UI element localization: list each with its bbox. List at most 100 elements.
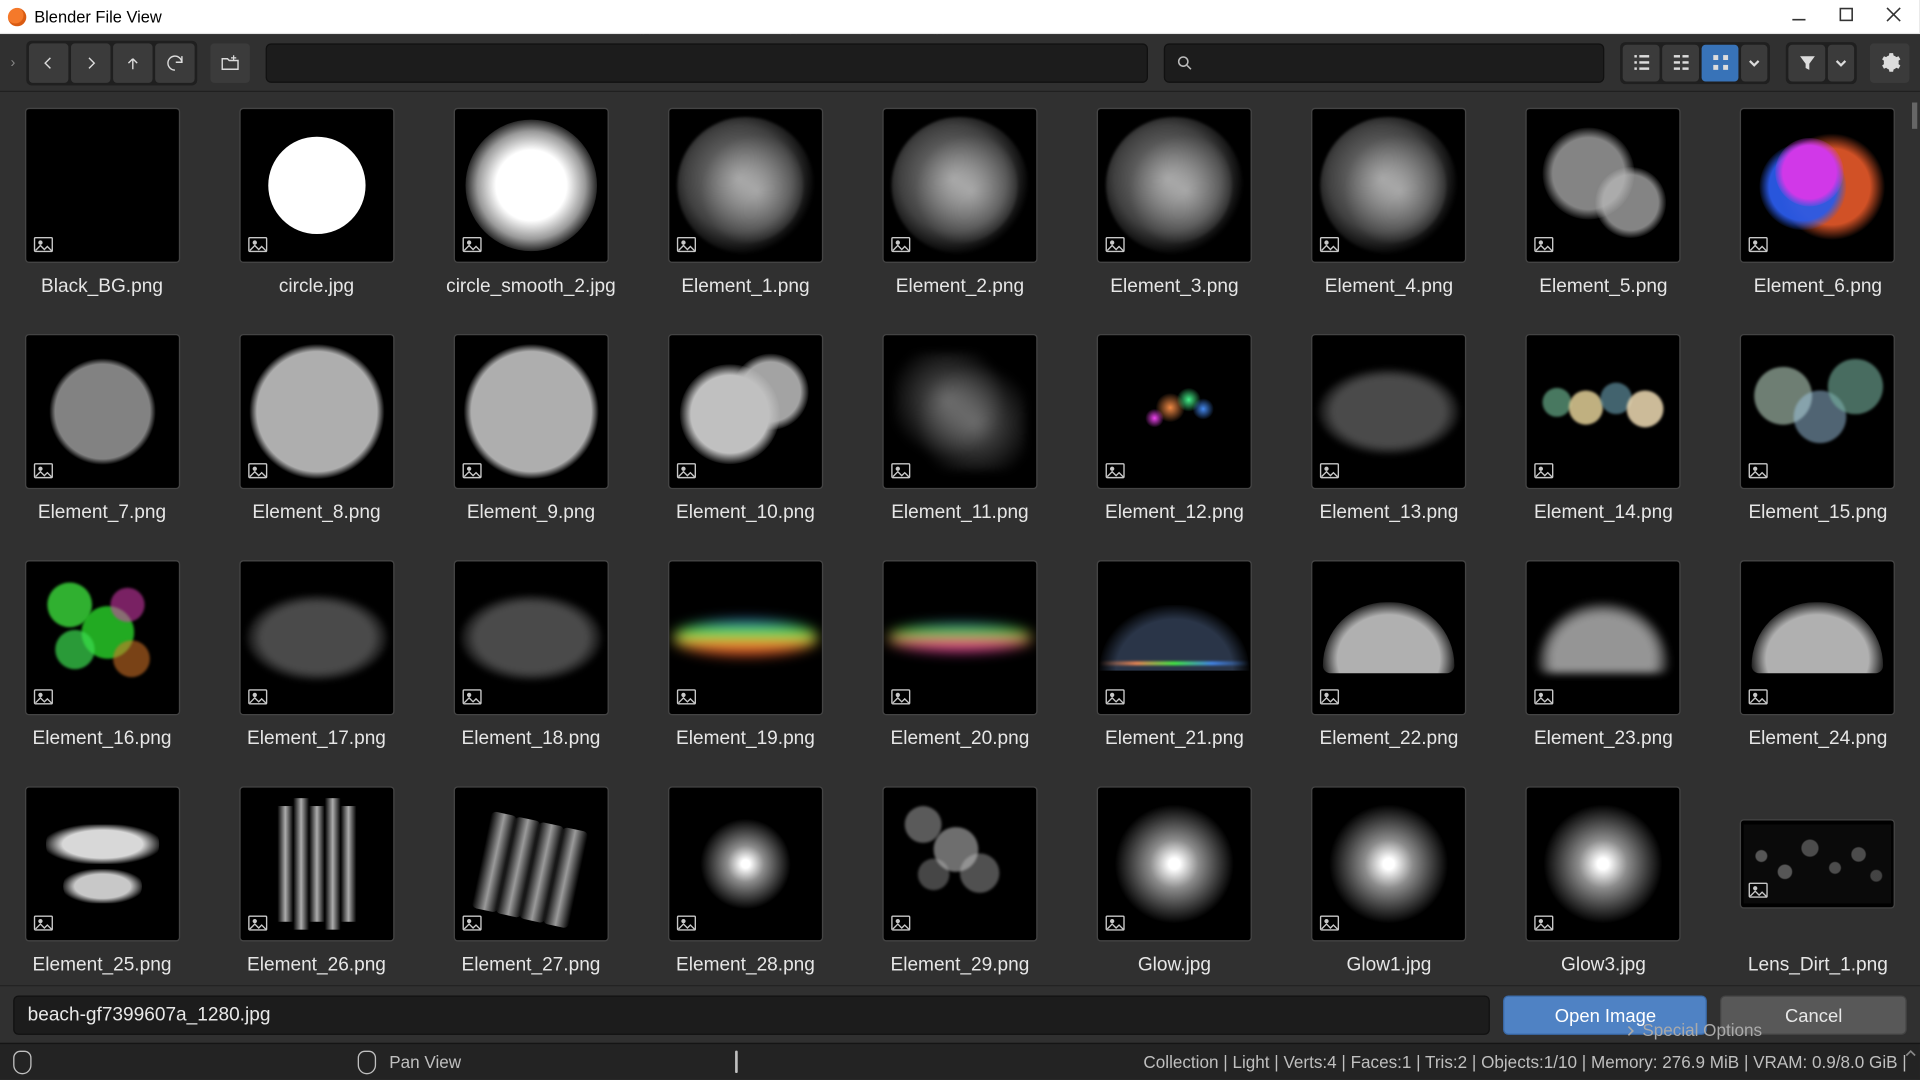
forward-button[interactable] bbox=[71, 43, 110, 82]
file-thumbnail bbox=[24, 108, 179, 263]
view-thumbnails-button[interactable] bbox=[1702, 44, 1739, 81]
file-item[interactable]: Element_7.png bbox=[13, 334, 191, 523]
file-item[interactable]: Element_17.png bbox=[228, 560, 406, 749]
file-item[interactable]: Element_29.png bbox=[871, 786, 1049, 975]
file-name-label: Lens_Dirt_1.png bbox=[1748, 955, 1888, 976]
settings-button[interactable] bbox=[1870, 43, 1909, 82]
image-file-icon bbox=[1532, 233, 1556, 257]
image-file-icon bbox=[889, 459, 913, 483]
filter-button[interactable] bbox=[1788, 44, 1825, 81]
file-thumbnail bbox=[1526, 786, 1681, 941]
file-item[interactable]: Element_2.png bbox=[871, 108, 1049, 297]
file-item[interactable]: Glow.jpg bbox=[1086, 786, 1264, 975]
path-input[interactable] bbox=[265, 43, 1148, 82]
file-item[interactable]: Glow3.jpg bbox=[1515, 786, 1693, 975]
image-file-icon bbox=[31, 685, 55, 709]
new-folder-button[interactable] bbox=[210, 43, 249, 82]
sidebar-toggle-icon[interactable]: › bbox=[11, 55, 16, 71]
image-file-icon bbox=[31, 911, 55, 935]
file-name-label: Element_10.png bbox=[676, 502, 815, 523]
image-file-icon bbox=[1747, 878, 1771, 902]
back-button[interactable] bbox=[28, 43, 67, 82]
view-list-horizontal-button[interactable] bbox=[1662, 44, 1699, 81]
file-name-label: Element_20.png bbox=[891, 729, 1030, 750]
image-file-icon bbox=[460, 685, 484, 709]
file-item[interactable]: Element_27.png bbox=[442, 786, 620, 975]
file-item[interactable]: Element_24.png bbox=[1729, 560, 1907, 749]
file-name-label: Element_19.png bbox=[676, 729, 815, 750]
file-item[interactable]: Element_13.png bbox=[1300, 334, 1478, 523]
filter-dropdown[interactable] bbox=[1828, 44, 1854, 81]
file-item[interactable]: Element_6.png bbox=[1729, 108, 1907, 297]
file-thumbnail bbox=[1311, 786, 1466, 941]
file-thumbnail bbox=[24, 334, 179, 489]
blender-logo-icon bbox=[8, 7, 26, 25]
file-item[interactable]: circle.jpg bbox=[228, 108, 406, 297]
file-thumbnail bbox=[239, 334, 394, 489]
image-file-icon bbox=[245, 685, 269, 709]
close-button[interactable] bbox=[1886, 7, 1902, 27]
parent-dir-button[interactable] bbox=[113, 43, 152, 82]
image-file-icon bbox=[245, 911, 269, 935]
file-thumbnail bbox=[1740, 819, 1895, 908]
file-thumbnail bbox=[1526, 560, 1681, 715]
file-name-label: Element_23.png bbox=[1534, 729, 1673, 750]
file-item[interactable]: Element_5.png bbox=[1515, 108, 1693, 297]
file-item[interactable]: Element_11.png bbox=[871, 334, 1049, 523]
search-input[interactable] bbox=[1164, 43, 1605, 82]
file-item[interactable]: Element_1.png bbox=[657, 108, 835, 297]
file-name-label: Element_26.png bbox=[247, 955, 386, 976]
file-item[interactable]: Element_3.png bbox=[1086, 108, 1264, 297]
file-item[interactable]: Element_23.png bbox=[1515, 560, 1693, 749]
file-item[interactable]: Element_9.png bbox=[442, 334, 620, 523]
file-item[interactable]: Element_20.png bbox=[871, 560, 1049, 749]
file-item[interactable]: Element_14.png bbox=[1515, 334, 1693, 523]
file-thumbnail bbox=[882, 560, 1037, 715]
filename-input[interactable]: beach-gf7399607a_1280.jpg bbox=[13, 995, 1490, 1034]
file-item[interactable]: Element_22.png bbox=[1300, 560, 1478, 749]
scene-stats: Collection | Light | Verts:4 | Faces:1 |… bbox=[1143, 1052, 1906, 1072]
scrollbar[interactable] bbox=[1912, 103, 1917, 129]
image-file-icon bbox=[889, 911, 913, 935]
image-file-icon bbox=[674, 233, 698, 257]
file-thumbnail bbox=[668, 108, 823, 263]
minimize-button[interactable] bbox=[1791, 7, 1807, 27]
file-thumbnail bbox=[1740, 108, 1895, 263]
image-file-icon bbox=[1747, 685, 1771, 709]
file-item[interactable]: Element_12.png bbox=[1086, 334, 1264, 523]
image-file-icon bbox=[245, 459, 269, 483]
image-file-icon bbox=[1532, 685, 1556, 709]
file-name-label: Element_5.png bbox=[1539, 276, 1667, 297]
file-name-label: Element_8.png bbox=[252, 502, 380, 523]
file-item[interactable]: Element_4.png bbox=[1300, 108, 1478, 297]
view-options-dropdown[interactable] bbox=[1741, 44, 1767, 81]
file-thumbnail bbox=[1526, 108, 1681, 263]
file-item[interactable]: Element_25.png bbox=[13, 786, 191, 975]
image-file-icon bbox=[889, 233, 913, 257]
file-item[interactable]: Element_15.png bbox=[1729, 334, 1907, 523]
refresh-button[interactable] bbox=[155, 43, 194, 82]
file-name-label: Glow.jpg bbox=[1138, 955, 1211, 976]
file-thumbnail bbox=[453, 786, 608, 941]
maximize-button[interactable] bbox=[1838, 7, 1854, 27]
file-item[interactable]: Element_28.png bbox=[657, 786, 835, 975]
file-thumbnail bbox=[668, 334, 823, 489]
image-file-icon bbox=[889, 685, 913, 709]
file-item[interactable]: circle_smooth_2.jpg bbox=[442, 108, 620, 297]
view-list-vertical-button[interactable] bbox=[1623, 44, 1660, 81]
file-item[interactable]: Lens_Dirt_1.png bbox=[1729, 786, 1907, 975]
special-options-toggle[interactable]: Special Options bbox=[1624, 1020, 1762, 1040]
file-item[interactable]: Element_19.png bbox=[657, 560, 835, 749]
file-name-label: circle.jpg bbox=[279, 276, 354, 297]
file-item[interactable]: Element_16.png bbox=[13, 560, 191, 749]
file-item[interactable]: Element_21.png bbox=[1086, 560, 1264, 749]
file-item[interactable]: Element_18.png bbox=[442, 560, 620, 749]
file-item[interactable]: Element_8.png bbox=[228, 334, 406, 523]
file-item[interactable]: Black_BG.png bbox=[13, 108, 191, 297]
file-grid-area[interactable]: Black_BG.png circle.jpg circle_smooth_2.jp… bbox=[0, 92, 1920, 985]
file-item[interactable]: Element_26.png bbox=[228, 786, 406, 975]
file-name-label: Element_2.png bbox=[896, 276, 1024, 297]
file-name-label: Element_12.png bbox=[1105, 502, 1244, 523]
file-item[interactable]: Glow1.jpg bbox=[1300, 786, 1478, 975]
file-item[interactable]: Element_10.png bbox=[657, 334, 835, 523]
